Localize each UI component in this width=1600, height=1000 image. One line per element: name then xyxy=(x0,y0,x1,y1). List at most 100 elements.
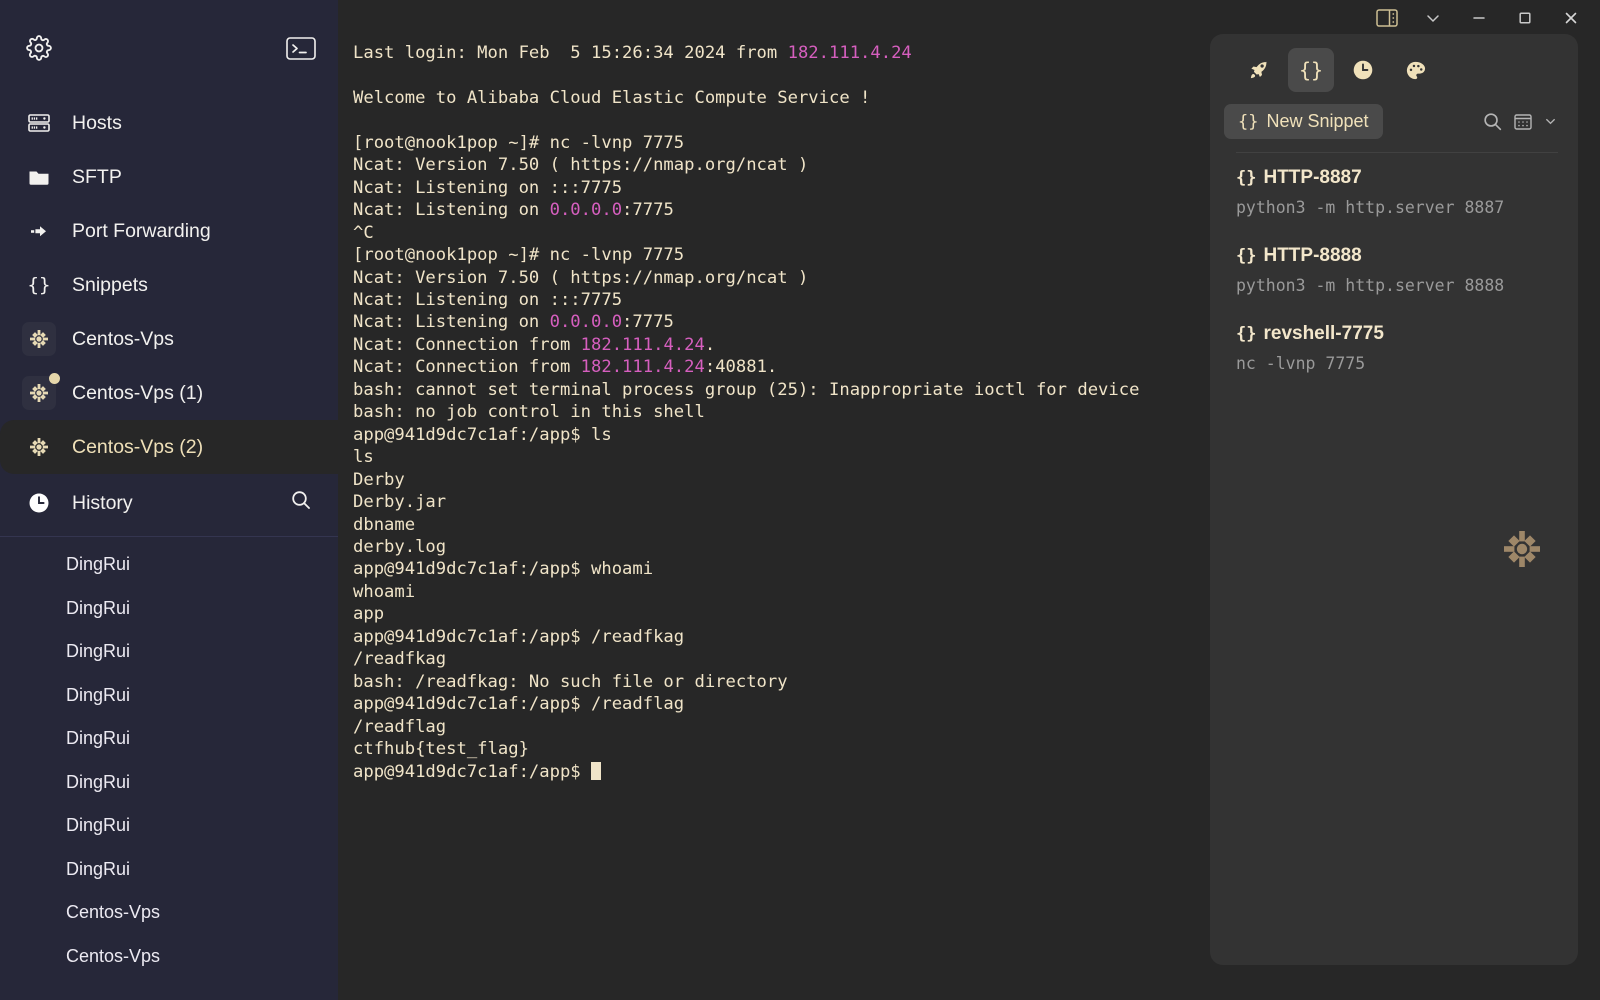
sidebar-item-port-forwarding[interactable]: Port Forwarding xyxy=(0,204,338,258)
sidebar-session-centos-vps-2[interactable]: Centos-Vps (2) xyxy=(0,420,338,474)
terminal-text: Last login: Mon Feb 5 15:26:34 2024 from xyxy=(353,43,788,63)
terminal-text: dbname xyxy=(353,514,416,535)
search-icon[interactable] xyxy=(290,489,312,517)
list-item[interactable]: DingRui xyxy=(0,761,338,805)
divider xyxy=(0,536,338,537)
terminal-text: app@941d9dc7c1af:/app$ ls xyxy=(353,424,612,445)
snippet-title-row: {} revshell-7775 xyxy=(1236,323,1578,345)
terminal-ip-text: 182.111.4.24 xyxy=(787,43,912,63)
terminal-text: ctfhub{test_flag} xyxy=(353,739,529,760)
history-label: History xyxy=(72,491,133,514)
list-item[interactable]: DingRui xyxy=(0,630,338,674)
session-label: Centos-Vps (1) xyxy=(72,381,204,404)
arrow-forward-icon xyxy=(26,219,52,243)
sidebar-item-label: Snippets xyxy=(72,273,148,296)
sidebar-session-centos-vps[interactable]: Centos-Vps xyxy=(0,312,338,366)
list-item[interactable]: DingRui xyxy=(0,804,338,848)
list-item[interactable]: DingRui xyxy=(0,848,338,892)
toggle-sidebar-icon[interactable] xyxy=(1364,1,1410,35)
list-item[interactable]: Centos-Vps xyxy=(0,891,338,935)
window-controls xyxy=(1364,0,1600,36)
sidebar-item-label: Port Forwarding xyxy=(72,219,211,242)
clock-icon xyxy=(26,492,52,514)
new-terminal-icon[interactable] xyxy=(286,36,316,60)
braces-icon: {} xyxy=(1236,324,1257,344)
unread-badge xyxy=(49,373,60,384)
search-icon[interactable] xyxy=(1482,111,1503,132)
terminal-ip-text: 0.0.0.0 xyxy=(549,312,623,333)
chevron-down-icon[interactable] xyxy=(1543,114,1558,129)
terminal-text: app@941d9dc7c1af:/app$ /readflag xyxy=(353,694,685,715)
terminal-text: /readflag xyxy=(353,716,447,737)
terminal-area: Last login: Mon Feb 5 15:26:34 2024 from… xyxy=(338,0,1600,1000)
snippet-list: {} HTTP-8887 python3 -m http.server 8887… xyxy=(1210,153,1578,373)
terminal-text: Ncat: Connection from xyxy=(353,334,581,355)
terminal-text: Ncat: Version 7.50 ( https://nmap.org/nc… xyxy=(353,155,809,176)
panel-tab-snippets[interactable]: {} xyxy=(1288,48,1334,92)
terminal-text: . xyxy=(704,334,716,355)
list-item[interactable]: {} HTTP-8887 python3 -m http.server 8887 xyxy=(1236,167,1578,217)
terminal-text: whoami xyxy=(353,581,416,602)
terminal-text: derby.log xyxy=(353,536,447,557)
centos-logo-icon xyxy=(22,430,56,464)
close-icon[interactable] xyxy=(1548,1,1594,35)
session-label: Centos-Vps xyxy=(72,327,174,350)
new-snippet-button[interactable]: {} New Snippet xyxy=(1224,104,1383,139)
terminal-text: [root@nook1pop ~]# nc -lvnp 7775 xyxy=(353,245,685,266)
grid-view-icon[interactable] xyxy=(1513,112,1533,132)
sidebar-item-hosts[interactable]: Hosts xyxy=(0,96,338,150)
chevron-down-icon[interactable] xyxy=(1410,1,1456,35)
folder-icon xyxy=(26,165,52,189)
terminal-text: :7775 xyxy=(622,312,674,333)
history-header[interactable]: History xyxy=(0,474,338,532)
terminal-text: ls xyxy=(353,447,374,468)
terminal-text: Ncat: Version 7.50 ( https://nmap.org/nc… xyxy=(353,267,809,288)
centos-logo-icon xyxy=(22,373,60,410)
snippet-title: HTTP-8887 xyxy=(1263,167,1362,188)
list-item[interactable]: DingRui xyxy=(0,587,338,631)
braces-icon: {} xyxy=(1238,111,1259,132)
panel-tab-launch[interactable] xyxy=(1236,48,1282,92)
terminal-ip-text: 182.111.4.24 xyxy=(580,334,705,355)
snippet-title-row: {} HTTP-8887 xyxy=(1236,167,1578,189)
terminal-text: Ncat: Listening on :::7775 xyxy=(353,289,623,310)
list-item[interactable]: Centos-Vps xyxy=(0,935,338,979)
terminal-text: Derby.jar xyxy=(353,492,447,513)
terminal-text: bash: /readfkag: No such file or directo… xyxy=(353,671,788,692)
centos-logo-icon xyxy=(22,322,56,356)
snippet-title: HTTP-8888 xyxy=(1263,245,1362,266)
list-item[interactable]: DingRui xyxy=(0,543,338,587)
gear-icon[interactable] xyxy=(26,35,52,61)
terminal-text: Derby xyxy=(353,469,405,490)
panel-tab-theme[interactable] xyxy=(1392,48,1438,92)
terminal-ip-text: 0.0.0.0 xyxy=(549,200,623,221)
history-list: DingRui DingRui DingRui DingRui DingRui … xyxy=(0,543,338,978)
sidebar-item-label: SFTP xyxy=(72,165,122,188)
snippet-command: python3 -m http.server 8888 xyxy=(1236,276,1505,295)
terminal-text: Ncat: Listening on xyxy=(353,200,550,221)
terminal-text: :7775 xyxy=(622,200,674,221)
terminal-cursor xyxy=(591,761,601,780)
new-snippet-label: New Snippet xyxy=(1266,111,1369,131)
panel-tab-history[interactable] xyxy=(1340,48,1386,92)
terminal-text: app@941d9dc7c1af:/app$ whoami xyxy=(353,559,654,580)
sidebar-session-centos-vps-1[interactable]: Centos-Vps (1) xyxy=(0,366,338,420)
sidebar-item-sftp[interactable]: SFTP xyxy=(0,150,338,204)
terminal-text: Ncat: Listening on xyxy=(353,312,550,333)
snippet-title: revshell-7775 xyxy=(1263,323,1384,344)
minimize-icon[interactable] xyxy=(1456,1,1502,35)
list-item[interactable]: DingRui xyxy=(0,674,338,718)
terminal-text: Ncat: Listening on :::7775 xyxy=(353,177,623,198)
list-item[interactable]: {} HTTP-8888 python3 -m http.server 8888 xyxy=(1236,245,1578,295)
list-item[interactable]: DingRui xyxy=(0,717,338,761)
sidebar-item-snippets[interactable]: {} Snippets xyxy=(0,258,338,312)
terminal-ip-text: 182.111.4.24 xyxy=(580,357,705,378)
terminal-text: :40881. xyxy=(704,357,778,378)
braces-icon: {} xyxy=(27,274,51,296)
list-item[interactable]: {} revshell-7775 nc -lvnp 7775 xyxy=(1236,323,1578,373)
maximize-icon[interactable] xyxy=(1502,1,1548,35)
terminal-text: bash: no job control in this shell xyxy=(353,402,705,423)
terminal-text: /readfkag xyxy=(353,649,447,670)
sidebar-item-label: Hosts xyxy=(72,111,122,134)
braces-icon: {} xyxy=(1236,246,1257,266)
